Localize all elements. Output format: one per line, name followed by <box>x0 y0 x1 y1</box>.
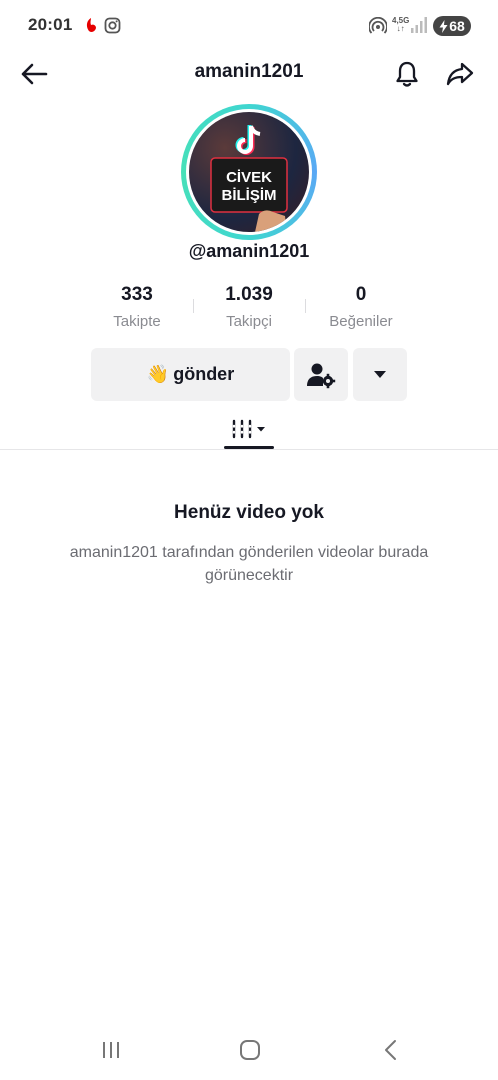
signal-icon <box>410 16 428 39</box>
stat-value: 0 <box>355 284 367 305</box>
instagram-icon <box>104 17 121 39</box>
recent-apps-button[interactable] <box>91 1036 131 1064</box>
top-nav: amanin1201 <box>0 52 498 96</box>
system-back-button[interactable] <box>370 1036 410 1064</box>
stat-label: Takipçi <box>226 313 272 330</box>
system-nav-bar <box>0 1030 498 1070</box>
profile-handle: @amanin1201 <box>188 241 310 261</box>
more-options-button[interactable] <box>353 348 407 401</box>
network-type: 4,5G ↓↑ <box>392 16 410 33</box>
share-arrow-icon <box>446 62 474 86</box>
user-gear-icon <box>307 363 336 388</box>
tiktok-logo-icon <box>235 125 261 155</box>
home-icon <box>240 1040 260 1060</box>
home-button[interactable] <box>230 1036 270 1064</box>
stat-value: 333 <box>121 284 153 305</box>
send-message-label: gönder <box>173 364 235 384</box>
page-title: amanin1201 <box>194 61 304 82</box>
stat-following[interactable]: 333 Takipte <box>82 284 192 330</box>
caret-down-icon <box>374 371 386 378</box>
stat-label: Beğeniler <box>329 313 393 330</box>
stat-label: Takipte <box>113 313 161 330</box>
empty-state-title: Henüz video yok <box>174 502 324 523</box>
stat-followers[interactable]: 1.039 Takipçi <box>194 284 304 330</box>
profile-stats: 333 Takipte 1.039 Takipçi 0 Beğeniler <box>0 284 498 334</box>
divider <box>0 449 498 450</box>
avatar-text-line2: BİLİŞİM <box>222 187 277 204</box>
send-message-button[interactable]: 👋 gönder <box>91 348 290 401</box>
recent-apps-icon <box>103 1042 119 1058</box>
bell-icon <box>396 61 418 87</box>
user-settings-button[interactable] <box>294 348 348 401</box>
avatar-story-ring[interactable]: CİVEK BİLİŞİM <box>181 104 317 240</box>
vodafone-icon <box>84 17 98 38</box>
status-time: 20:01 <box>28 15 73 34</box>
waving-hand-icon: 👋 <box>146 364 170 384</box>
notification-button[interactable] <box>391 58 423 90</box>
share-button[interactable] <box>444 58 476 90</box>
avatar: CİVEK BİLİŞİM <box>189 112 309 232</box>
stat-likes[interactable]: 0 Beğeniler <box>306 284 416 330</box>
hotspot-icon <box>368 16 388 40</box>
empty-state-description: amanin1201 tarafından gönderilen videola… <box>69 544 429 584</box>
avatar-text-line1: CİVEK <box>226 169 272 186</box>
hand-shape <box>255 210 287 232</box>
video-grid-icon <box>232 419 265 439</box>
status-bar: 20:01 4,5G ↓↑ 68 <box>0 0 498 52</box>
tab-videos[interactable] <box>224 408 274 450</box>
stat-value: 1.039 <box>225 284 273 305</box>
battery-indicator: 68 <box>433 16 471 36</box>
chevron-left-icon <box>385 1040 396 1060</box>
